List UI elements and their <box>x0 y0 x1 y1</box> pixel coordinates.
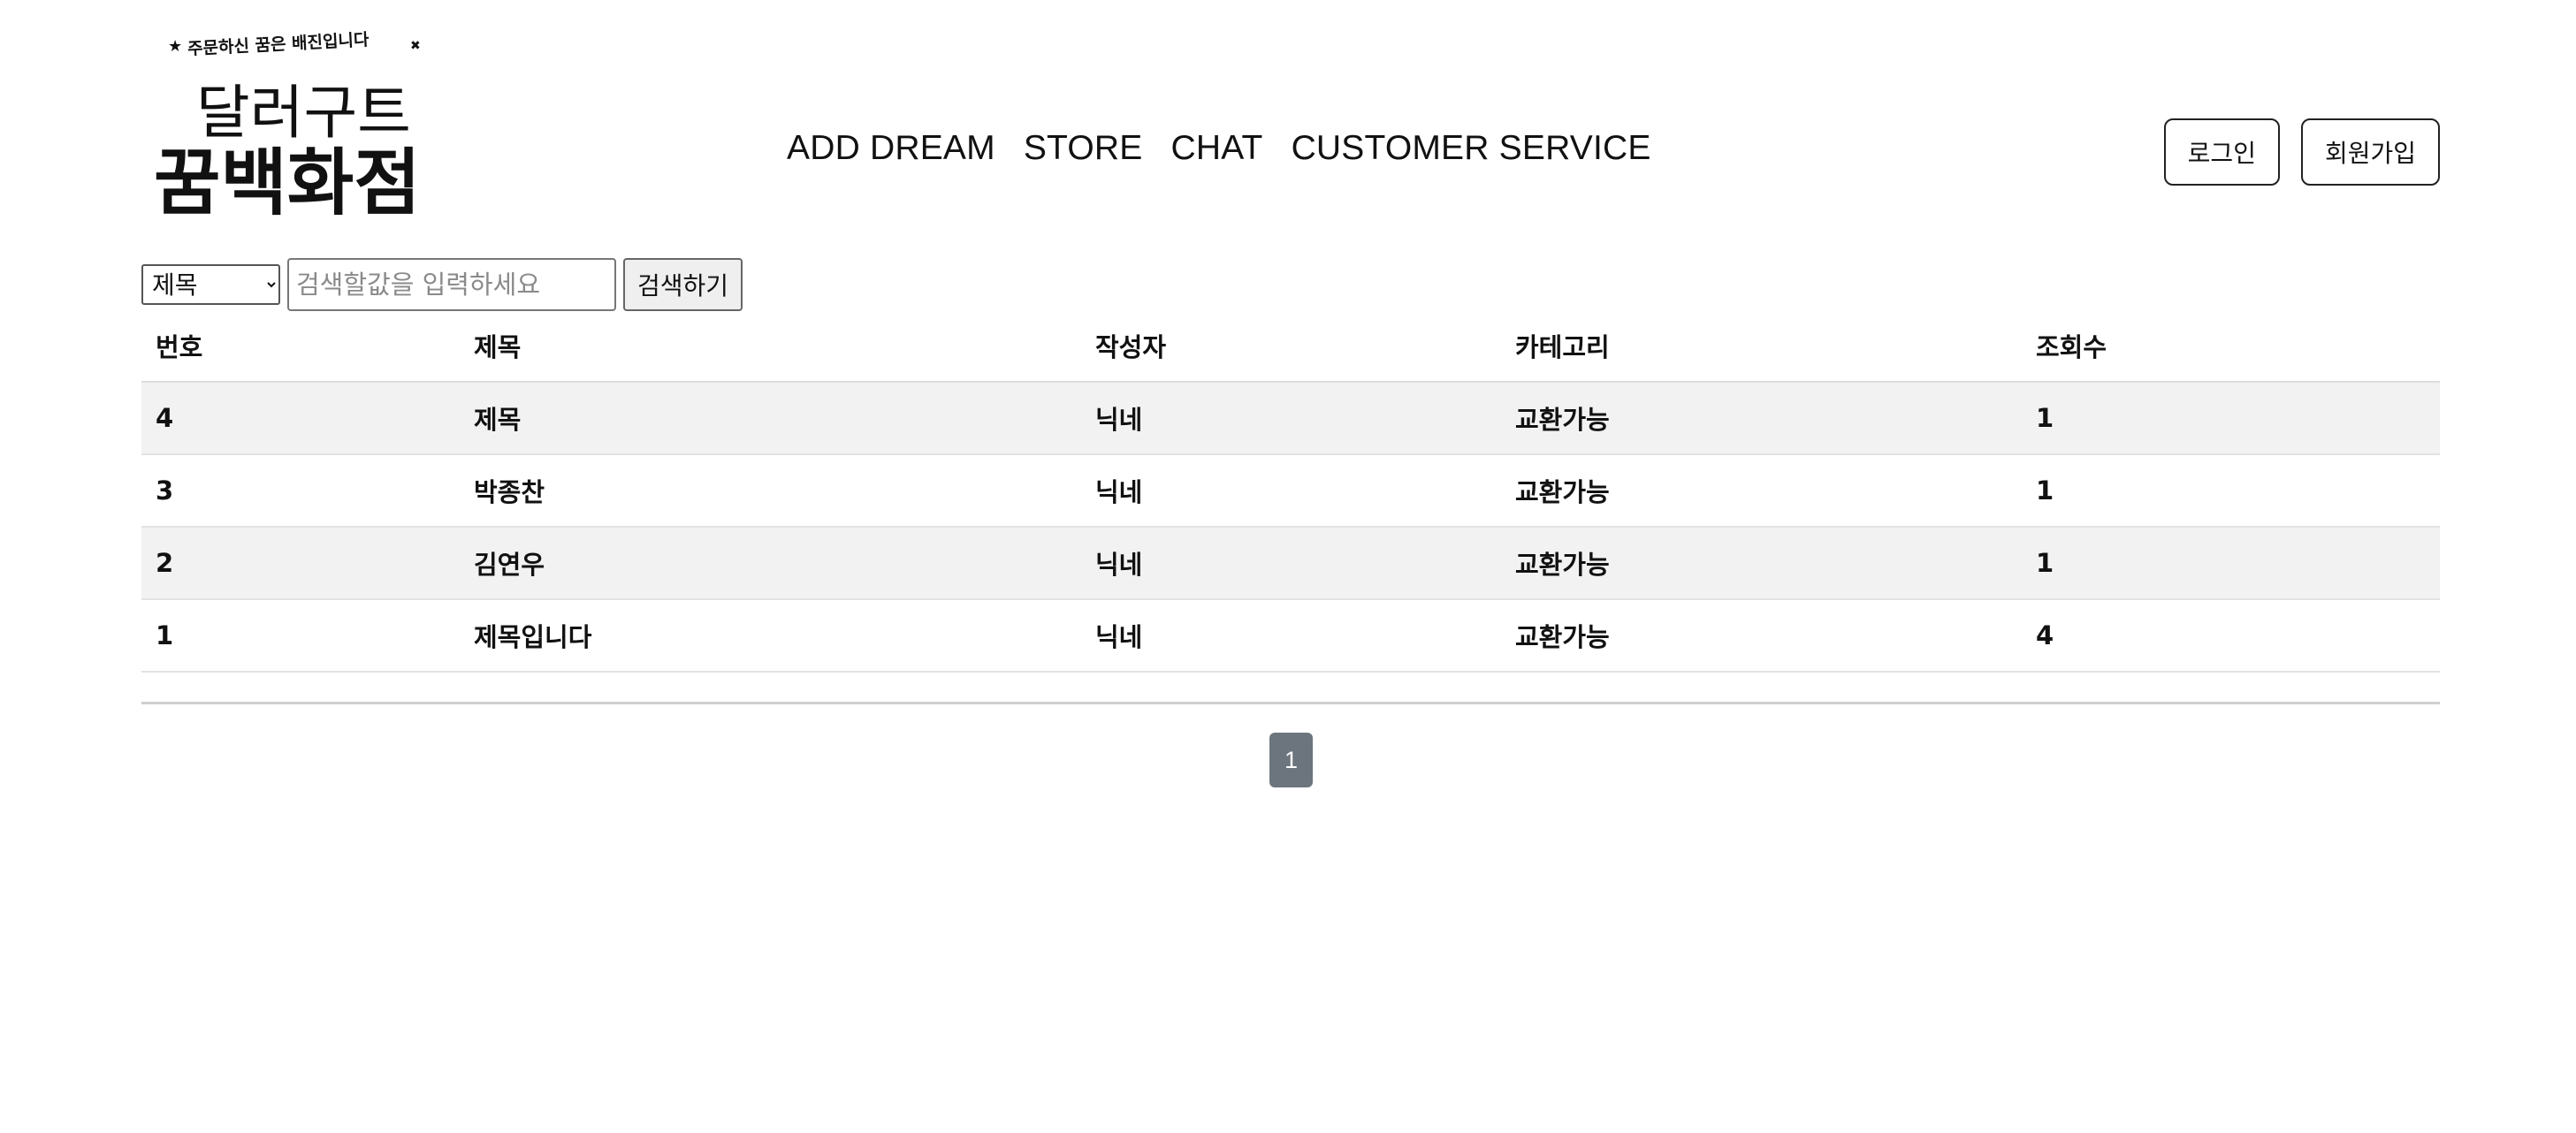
logo-tagline: 주문하신 꿈은 배진입니다 <box>187 30 370 59</box>
svg-text:✖: ✖ <box>410 39 421 53</box>
header-number: 번호 <box>141 309 460 383</box>
table-header-row: 번호 제목 작성자 카테고리 조회수 <box>141 309 2440 383</box>
cell-category: 교환가능 <box>1501 454 2022 528</box>
cell-writer: 닉네 <box>1081 599 1501 673</box>
cell-views: 4 <box>2022 599 2440 673</box>
header-title: 제목 <box>460 309 1081 383</box>
cell-title[interactable]: 제목 <box>460 382 1081 455</box>
svg-text:★: ★ <box>168 37 182 56</box>
search-input[interactable] <box>287 258 616 311</box>
cell-number: 1 <box>141 599 460 673</box>
logo-title-line1: 달러구트 <box>196 79 411 147</box>
table-row[interactable]: 4 제목 닉네 교환가능 1 <box>141 382 2440 455</box>
cell-views: 1 <box>2022 527 2440 600</box>
cell-number: 4 <box>141 382 460 455</box>
cell-category: 교환가능 <box>1501 527 2022 600</box>
cell-title[interactable]: 김연우 <box>460 527 1081 600</box>
cell-number: 2 <box>141 527 460 600</box>
cell-category: 교환가능 <box>1501 599 2022 673</box>
cell-writer: 닉네 <box>1081 382 1501 455</box>
cell-writer: 닉네 <box>1081 454 1501 528</box>
page-button-current[interactable]: 1 <box>1269 733 1313 787</box>
table-row[interactable]: 1 제목입니다 닉네 교환가능 4 <box>141 599 2440 673</box>
cell-views: 1 <box>2022 382 2440 455</box>
search-bar: 제목 검색하기 <box>141 258 743 311</box>
nav-customer-service[interactable]: CUSTOMER SERVICE <box>1292 129 1651 168</box>
table-bottom-divider <box>141 702 2440 704</box>
auth-buttons: 로그인 회원가입 <box>2163 118 2440 186</box>
nav-chat[interactable]: CHAT <box>1170 129 1262 168</box>
header-views: 조회수 <box>2022 309 2440 383</box>
search-button[interactable]: 검색하기 <box>623 258 743 311</box>
nav-store[interactable]: STORE <box>1024 129 1143 168</box>
cell-title[interactable]: 제목입니다 <box>460 599 1081 673</box>
table-row[interactable]: 2 김연우 닉네 교환가능 1 <box>141 527 2440 600</box>
cell-views: 1 <box>2022 454 2440 528</box>
nav-add-dream[interactable]: ADD DREAM <box>787 129 995 168</box>
header-category: 카테고리 <box>1501 309 2022 383</box>
board-table: 번호 제목 작성자 카테고리 조회수 4 제목 닉네 교환가능 1 3 박종찬 … <box>141 309 2440 673</box>
cell-number: 3 <box>141 454 460 528</box>
site-logo[interactable]: ★ 주문하신 꿈은 배진입니다 ✖ 달러구트 꿈백화점 <box>152 27 435 239</box>
table-row[interactable]: 3 박종찬 닉네 교환가능 1 <box>141 454 2440 528</box>
logo-graphic: ★ 주문하신 꿈은 배진입니다 ✖ 달러구트 꿈백화점 <box>154 30 421 225</box>
login-button[interactable]: 로그인 <box>2163 118 2280 186</box>
main-nav: ADD DREAM STORE CHAT CUSTOMER SERVICE <box>787 129 1651 168</box>
cell-title[interactable]: 박종찬 <box>460 454 1081 528</box>
pagination: 1 <box>1269 733 1313 787</box>
cell-writer: 닉네 <box>1081 527 1501 600</box>
signup-button[interactable]: 회원가입 <box>2300 118 2440 186</box>
search-field-select[interactable]: 제목 <box>141 264 280 305</box>
cell-category: 교환가능 <box>1501 382 2022 455</box>
logo-title-line2: 꿈백화점 <box>154 141 421 225</box>
header-writer: 작성자 <box>1081 309 1501 383</box>
